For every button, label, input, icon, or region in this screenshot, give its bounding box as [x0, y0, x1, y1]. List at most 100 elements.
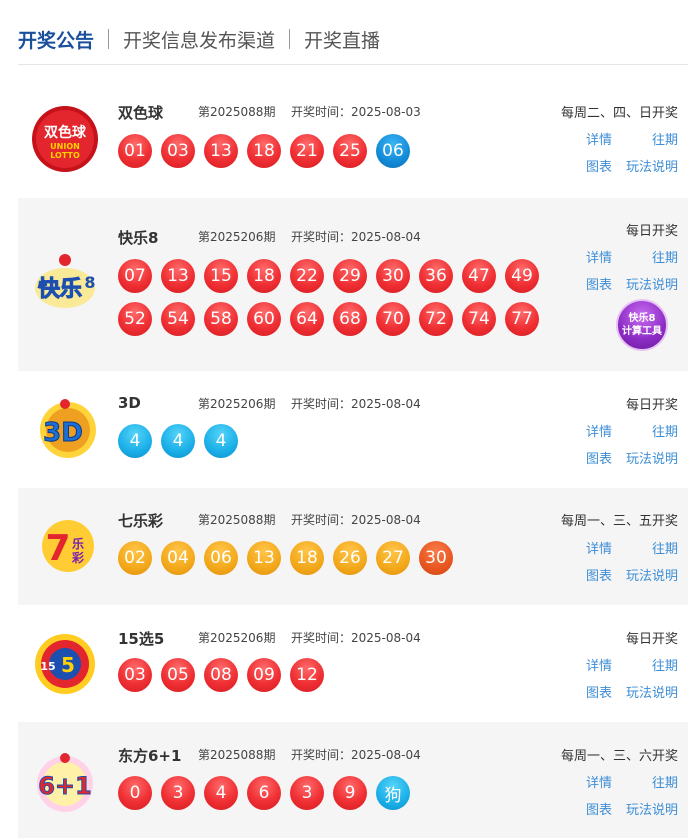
- lottery-name: 七乐彩: [118, 512, 164, 530]
- red-ball: 74: [462, 302, 496, 336]
- detail-link[interactable]: 详情: [586, 421, 612, 440]
- number-balls: 0 3 4 6 3 9 狗: [118, 776, 548, 810]
- red-ball: 08: [204, 658, 238, 692]
- lottery-name: 双色球: [118, 104, 164, 122]
- detail-link[interactable]: 详情: [586, 247, 612, 266]
- red-ball: 09: [247, 658, 281, 692]
- red-ball: 3: [161, 776, 195, 810]
- svg-text:15: 15: [40, 660, 55, 673]
- red-ball: 01: [118, 134, 152, 168]
- chart-link[interactable]: 图表: [586, 682, 612, 701]
- tab-divider: [108, 29, 110, 49]
- row-links: 详情 往期 图表 玩法说明: [568, 421, 678, 471]
- lottery-row-15x5: 15 5 15选5 第2025206期 开奖时间：2025-08-04 每日开奖…: [18, 606, 688, 721]
- detail-link[interactable]: 详情: [586, 772, 612, 791]
- issue-number: 第2025088期: [198, 105, 276, 119]
- lottery-name: 3D: [118, 394, 141, 412]
- calc-tool-line1: 快乐8: [628, 313, 656, 324]
- history-link[interactable]: 往期: [652, 247, 678, 266]
- lottery-name: 东方6+1: [118, 747, 182, 765]
- tab-underline-divider: [18, 64, 688, 65]
- history-link[interactable]: 往期: [652, 655, 678, 674]
- tab-announcement[interactable]: 开奖公告: [18, 26, 94, 53]
- issue-number: 第2025088期: [198, 748, 276, 762]
- tab-live-broadcast[interactable]: 开奖直播: [304, 26, 380, 53]
- orange-ball: 13: [247, 541, 281, 575]
- tab-release-channels[interactable]: 开奖信息发布渠道: [123, 26, 275, 53]
- lottery-row-qlc: 7 乐 彩 七乐彩 第2025088期 开奖时间：2025-08-04 每周一、…: [18, 488, 688, 605]
- detail-link[interactable]: 详情: [586, 538, 612, 557]
- orange-ball: 06: [204, 541, 238, 575]
- df61-logo-icon[interactable]: 6+1: [30, 746, 100, 816]
- blue-ball: 4: [204, 424, 238, 458]
- history-link[interactable]: 往期: [652, 129, 678, 148]
- rules-link[interactable]: 玩法说明: [626, 448, 678, 467]
- svg-text:UNION: UNION: [50, 142, 80, 151]
- red-ball: 29: [333, 259, 367, 293]
- draw-schedule: 每周一、三、六开奖: [560, 749, 678, 764]
- red-ball: 77: [505, 302, 539, 336]
- red-ball: 3: [290, 776, 324, 810]
- 3d-logo-icon[interactable]: 3D: [30, 394, 100, 464]
- 15x5-logo-icon[interactable]: 15 5: [30, 628, 100, 698]
- special-ball: 30: [419, 541, 453, 575]
- chart-link[interactable]: 图表: [586, 156, 612, 175]
- red-ball: 64: [290, 302, 324, 336]
- red-ball: 47: [462, 259, 496, 293]
- chart-link[interactable]: 图表: [586, 565, 612, 584]
- detail-link[interactable]: 详情: [586, 129, 612, 148]
- red-ball: 18: [247, 134, 281, 168]
- issue-number: 第2025206期: [198, 230, 276, 244]
- kl8-logo-icon[interactable]: 快乐 8: [30, 246, 100, 316]
- history-link[interactable]: 往期: [652, 421, 678, 440]
- chart-link[interactable]: 图表: [586, 274, 612, 293]
- lottery-row-3d: 3D 3D 第2025206期 开奖时间：2025-08-04 每日开奖 4 4…: [18, 372, 688, 487]
- red-ball: 52: [118, 302, 152, 336]
- red-ball: 22: [290, 259, 324, 293]
- red-ball: 36: [419, 259, 453, 293]
- orange-ball: 02: [118, 541, 152, 575]
- draw-schedule: 每日开奖: [625, 632, 678, 647]
- blue-ball: 06: [376, 134, 410, 168]
- history-link[interactable]: 往期: [652, 538, 678, 557]
- rules-link[interactable]: 玩法说明: [626, 682, 678, 701]
- orange-ball: 26: [333, 541, 367, 575]
- red-ball: 72: [419, 302, 453, 336]
- orange-ball: 04: [161, 541, 195, 575]
- svg-text:7: 7: [45, 528, 70, 569]
- draw-time: 开奖时间：2025-08-03: [291, 105, 421, 119]
- lottery-name: 快乐8: [118, 229, 159, 247]
- rules-link[interactable]: 玩法说明: [626, 799, 678, 818]
- red-ball: 13: [161, 259, 195, 293]
- svg-text:快乐: 快乐: [38, 277, 82, 302]
- draw-time: 开奖时间：2025-08-04: [291, 230, 421, 244]
- chart-link[interactable]: 图表: [586, 799, 612, 818]
- issue-number: 第2025206期: [198, 397, 276, 411]
- red-ball: 03: [118, 658, 152, 692]
- red-ball: 70: [376, 302, 410, 336]
- tab-divider: [289, 29, 291, 49]
- rules-link[interactable]: 玩法说明: [626, 156, 678, 175]
- svg-text:5: 5: [61, 653, 75, 677]
- number-balls: 4 4 4: [118, 424, 548, 458]
- red-ball: 60: [247, 302, 281, 336]
- svg-text:8: 8: [84, 273, 95, 292]
- row-links: 详情 往期 图表 玩法说明: [568, 655, 678, 705]
- orange-ball: 27: [376, 541, 410, 575]
- row-links: 详情 往期 图表 玩法说明: [568, 772, 678, 822]
- red-ball: 13: [204, 134, 238, 168]
- rules-link[interactable]: 玩法说明: [626, 565, 678, 584]
- draw-schedule: 每周一、三、五开奖: [560, 514, 678, 529]
- qlc-logo-icon[interactable]: 7 乐 彩: [30, 510, 100, 580]
- chart-link[interactable]: 图表: [586, 448, 612, 467]
- blue-ball: 4: [118, 424, 152, 458]
- ssq-logo-icon[interactable]: 双色球 UNION LOTTO: [30, 104, 100, 174]
- calculator-tool-button[interactable]: 快乐8 计算工具: [616, 299, 668, 351]
- svg-text:彩: 彩: [71, 550, 84, 565]
- detail-link[interactable]: 详情: [586, 655, 612, 674]
- row-links: 详情 往期 图表 玩法说明: [568, 129, 678, 179]
- rules-link[interactable]: 玩法说明: [626, 274, 678, 293]
- history-link[interactable]: 往期: [652, 772, 678, 791]
- svg-text:LOTTO: LOTTO: [50, 151, 80, 160]
- number-balls: 03 05 08 09 12: [118, 658, 548, 692]
